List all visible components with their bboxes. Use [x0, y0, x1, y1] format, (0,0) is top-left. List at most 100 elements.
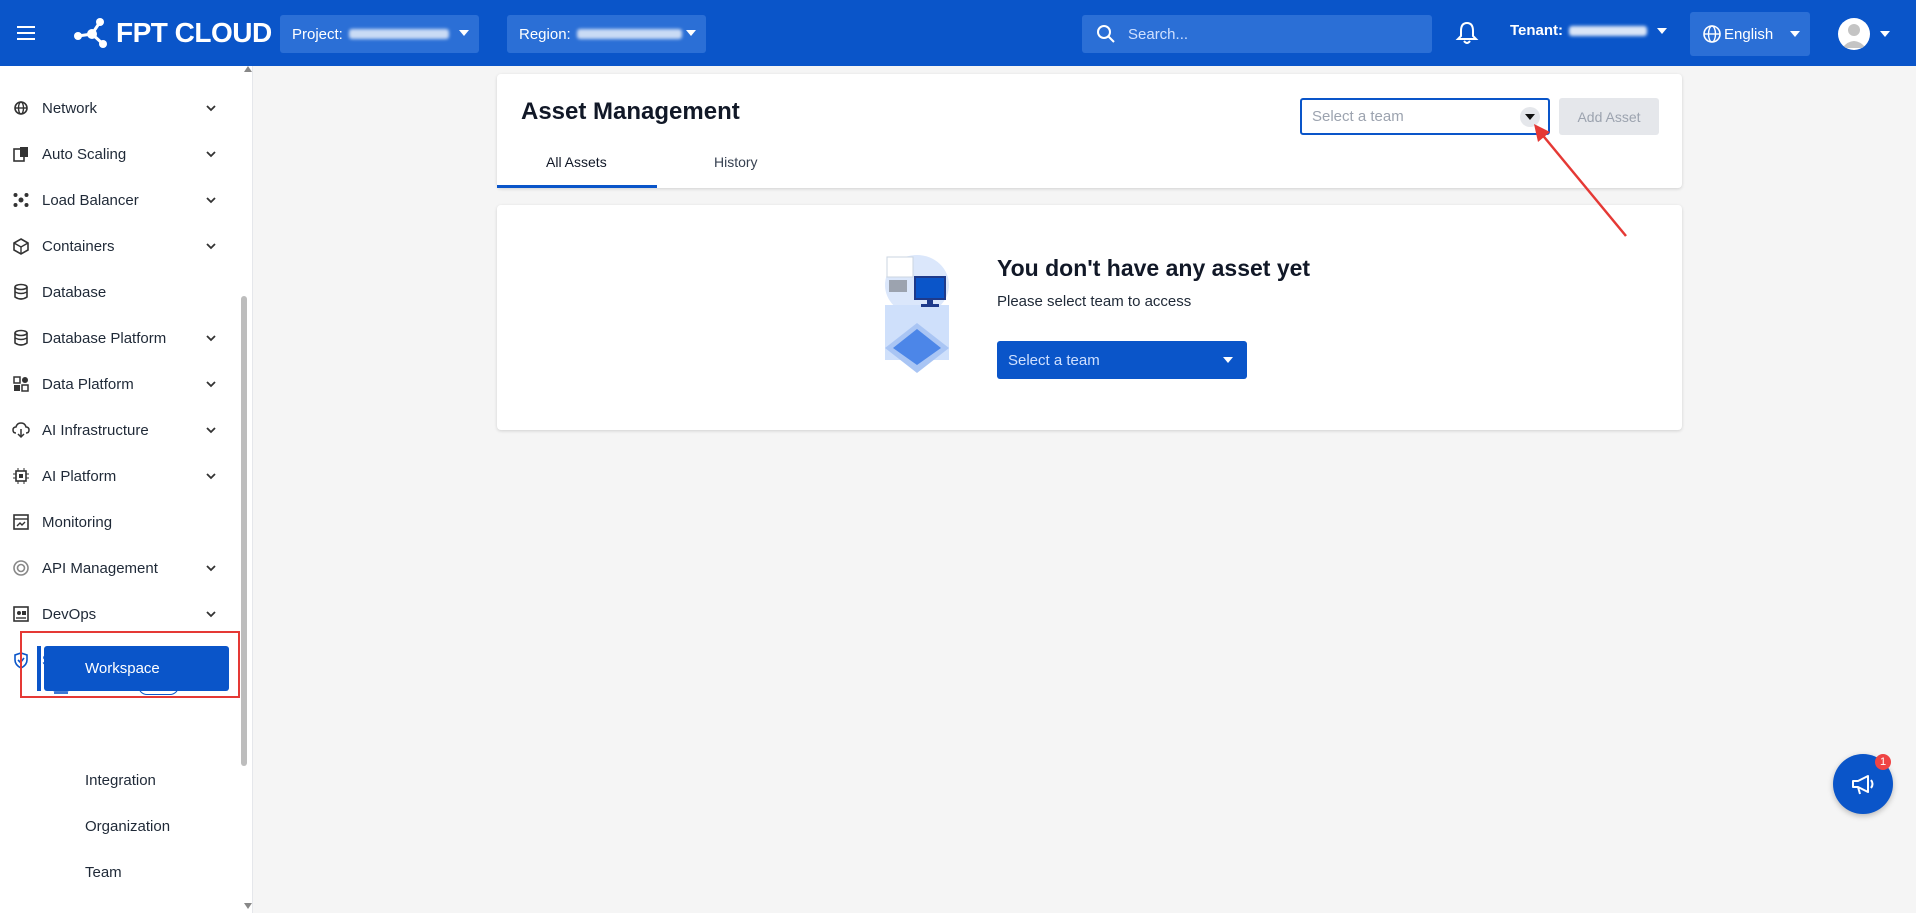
sidebar-item-data-platform[interactable]: Data Platform	[0, 364, 240, 404]
scroll-up-arrow[interactable]	[244, 66, 252, 72]
sidebar-item-devops[interactable]: DevOps	[0, 594, 240, 634]
sidebar-subitem-label: Integration	[85, 772, 156, 789]
avatar[interactable]	[1838, 18, 1870, 50]
sidebar-subitem-label: Organization	[85, 818, 171, 835]
language-label: English	[1724, 25, 1774, 43]
chevron-down-icon[interactable]	[1880, 31, 1890, 37]
sidebar-item-label: Load Balancer	[42, 191, 139, 209]
brand-name: FPT CLOUD	[116, 17, 272, 48]
chevron-down-icon	[206, 335, 216, 342]
annotation-highlight-box	[20, 631, 240, 698]
chevron-down-icon	[206, 565, 216, 572]
menu-icon[interactable]	[0, 0, 52, 66]
chevron-down-icon	[1223, 357, 1233, 363]
chevron-down-icon	[206, 151, 216, 158]
sidebar-item-network[interactable]: Network	[0, 88, 240, 128]
empty-state-title: You don't have any asset yet	[997, 255, 1311, 281]
sidebar-item-api-management[interactable]: API Management	[0, 548, 240, 588]
tenant-name-redacted	[1569, 25, 1648, 36]
network-icon	[14, 101, 28, 115]
scrollbar-thumb[interactable]	[241, 296, 247, 766]
annotation-arrow	[1534, 124, 1627, 237]
chevron-down-icon	[206, 381, 216, 388]
search-input[interactable]: Search...	[1082, 15, 1432, 53]
project-label: Project:	[292, 25, 343, 43]
devops-icon	[13, 606, 29, 622]
sidebar-item-label: Containers	[42, 237, 115, 255]
page-title: Asset Management	[521, 98, 740, 125]
sidebar-item-label: Database Platform	[42, 329, 167, 347]
region-selector[interactable]: Region:	[507, 15, 706, 53]
ai-platform-icon	[13, 468, 29, 484]
sidebar-item-label: Network	[42, 99, 98, 117]
brand-logo[interactable]: FPT CLOUD	[70, 16, 272, 50]
region-name-redacted	[576, 29, 682, 39]
sidebar-item-label: API Management	[42, 559, 158, 577]
monitoring-icon	[13, 514, 29, 530]
sidebar-item-database[interactable]: Database	[0, 272, 240, 312]
user-icon	[1842, 24, 1866, 48]
notification-badge: 1	[1875, 754, 1891, 770]
team-select-dropdown[interactable]: Select a team	[1300, 98, 1550, 135]
chevron-down-icon	[1790, 31, 1800, 37]
globe-icon	[1703, 25, 1721, 43]
empty-state-card: You don't have any asset yet Please sele…	[497, 205, 1682, 430]
project-name-redacted	[348, 29, 449, 39]
sidebar-item-label: Data Platform	[42, 375, 134, 393]
database-platform-icon	[14, 329, 28, 346]
fpt-logo-icon	[74, 18, 107, 48]
megaphone-icon	[1852, 775, 1874, 795]
team-select-placeholder: Select a team	[1312, 108, 1404, 125]
chevron-down-icon	[206, 427, 216, 434]
project-selector[interactable]: Project:	[280, 15, 479, 53]
sidebar-subitem-integration[interactable]: Integration	[85, 772, 156, 789]
data-platform-icon	[13, 376, 29, 392]
empty-select-placeholder: Select a team	[1008, 351, 1100, 369]
tab-history[interactable]: History	[714, 154, 758, 170]
sidebar-item-load-balancer[interactable]: Load Balancer	[0, 180, 240, 220]
sidebar-item-ai-platform[interactable]: AI Platform	[0, 456, 240, 496]
region-label: Region:	[519, 25, 571, 43]
language-selector[interactable]: English	[1690, 12, 1810, 56]
sidebar-item-label: AI Infrastructure	[42, 421, 149, 439]
auto-scaling-icon	[13, 147, 28, 162]
tenant-selector[interactable]: Tenant:	[1510, 22, 1668, 39]
sidebar-item-label: Auto Scaling	[42, 145, 127, 163]
chevron-down-icon	[459, 30, 469, 36]
containers-icon	[13, 238, 29, 255]
chevron-down-icon	[1657, 27, 1668, 34]
chevron-down-icon	[206, 105, 216, 112]
scroll-down-arrow[interactable]	[244, 903, 252, 909]
empty-state-subtitle: Please select team to access	[997, 293, 1192, 310]
sidebar-subitem-team[interactable]: Team	[85, 864, 122, 881]
sidebar-item-monitoring[interactable]: Monitoring	[0, 502, 240, 542]
search-icon	[1097, 25, 1115, 43]
sidebar-subitem-label: Team	[85, 864, 122, 881]
load-balancer-icon	[13, 193, 29, 207]
sidebar-item-ai-infrastructure[interactable]: AI Infrastructure	[0, 410, 240, 450]
sidebar-item-containers[interactable]: Containers	[0, 226, 240, 266]
active-tab-indicator	[497, 185, 657, 188]
asset-management-header: Asset Management All Assets History Sele…	[497, 74, 1682, 188]
chevron-down-icon	[206, 197, 216, 204]
sidebar-subitem-organization[interactable]: Organization	[85, 818, 170, 835]
sidebar-item-label: Monitoring	[42, 513, 113, 531]
tenant-label: Tenant:	[1510, 22, 1564, 39]
tab-all-assets[interactable]: All Assets	[546, 154, 607, 170]
sidebar-item-database-platform[interactable]: Database Platform	[0, 318, 240, 358]
api-management-icon	[13, 560, 29, 576]
chevron-down-icon	[206, 473, 216, 480]
sidebar-item-label: Database	[42, 283, 107, 301]
database-icon	[14, 283, 28, 300]
chevron-down-icon	[206, 243, 216, 250]
sidebar-item-auto-scaling[interactable]: Auto Scaling	[0, 134, 240, 174]
top-navigation-bar: FPT CLOUD Project: Region: Search... Ten…	[0, 0, 1916, 66]
chevron-down-icon	[206, 611, 216, 618]
ai-infrastructure-icon	[12, 422, 30, 439]
sidebar-item-label: DevOps	[42, 605, 97, 623]
search-placeholder: Search...	[1128, 25, 1189, 43]
bell-icon[interactable]	[1455, 20, 1479, 46]
empty-team-select[interactable]: Select a team	[997, 341, 1247, 379]
empty-asset-illustration	[885, 255, 949, 373]
sidebar-item-label: AI Platform	[42, 467, 117, 485]
